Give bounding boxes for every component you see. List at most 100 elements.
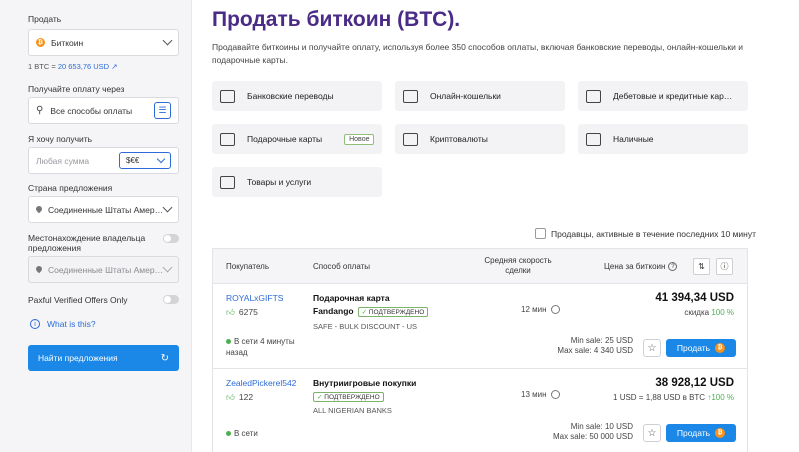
- filter-sidebar: Продать ₿ Биткоин 1 BTC = 20 653,76 USD …: [0, 0, 192, 452]
- search-icon: ⚲: [36, 105, 44, 116]
- clock-icon: [550, 390, 560, 400]
- currency-select[interactable]: ₿ Биткоин: [28, 29, 179, 56]
- cash-icon: [586, 132, 601, 146]
- help-icon[interactable]: ?: [668, 262, 678, 272]
- bitcoin-icon: ₿: [715, 343, 726, 353]
- amount-placeholder: Любая сумма: [36, 155, 90, 166]
- location-pin-icon: [36, 206, 42, 214]
- category-bank-transfers[interactable]: Банковские переводы: [212, 81, 382, 111]
- offer-price: 41 394,34 USD: [655, 292, 734, 304]
- wallet-icon: [403, 89, 418, 103]
- verified-badge: ✓ ПОДТВЕРЖДЕНО: [357, 307, 429, 317]
- find-offers-button[interactable]: Найти предложения ↻: [28, 345, 179, 371]
- country-select[interactable]: Соединенные Штаты Амер…: [28, 196, 179, 223]
- table-row: ZealedPickerel542 👍︎ 122 В сети Внутриигр…: [213, 369, 747, 452]
- table-row: ROYALxGIFTS 👍︎ 6275 В сети 4 минуты назад…: [213, 284, 747, 369]
- category-cash[interactable]: Наличные: [578, 124, 748, 154]
- sale-limits: Min sale: 25 USD Max sale: 4 340 USD: [557, 336, 633, 355]
- active-sellers-checkbox[interactable]: [535, 228, 546, 239]
- country-value: Соединенные Штаты Амер…: [48, 204, 164, 215]
- refresh-icon: ↻: [160, 352, 169, 364]
- payment-method[interactable]: Внутриигровые покупки: [313, 378, 416, 388]
- crypto-chip-icon: [403, 132, 418, 146]
- header-method: Способ оплаты: [313, 262, 371, 271]
- verified-offers-toggle[interactable]: [163, 295, 179, 304]
- owner-location-select: Соединенные Штаты Амер…: [28, 256, 179, 283]
- category-goods-services[interactable]: Товары и услуги: [212, 167, 382, 197]
- payment-method[interactable]: Подарочная карта: [313, 293, 390, 303]
- credit-card-icon: [586, 89, 601, 103]
- location-pin-icon: [36, 266, 42, 274]
- thumbs-up-icon: 👍︎: [226, 392, 235, 402]
- owner-location-value: Соединенные Штаты Амер…: [48, 264, 164, 275]
- trend-up-icon: ↗: [109, 62, 118, 71]
- page-description: Продавайте биткоины и получайте оплату, …: [212, 42, 744, 65]
- feedback-count: 👍︎ 6275: [226, 307, 258, 317]
- offer-tags: ALL NIGERIAN BANKS: [313, 406, 392, 415]
- new-badge: Новое: [344, 133, 375, 145]
- btc-rate: 1 BTC = 20 653,76 USD ↗: [28, 62, 118, 71]
- list-icon[interactable]: ☰: [154, 102, 171, 119]
- shop-icon: [220, 175, 235, 189]
- thumbs-up-icon: 👍︎: [226, 307, 235, 317]
- bitcoin-icon: ₿: [36, 38, 45, 47]
- info-icon[interactable]: ⓘ: [716, 258, 733, 275]
- info-icon: i: [30, 319, 40, 329]
- star-favorite-icon[interactable]: ☆: [643, 339, 661, 357]
- btc-rate-value: 20 653,76 USD: [57, 62, 110, 71]
- chevron-down-icon: [162, 262, 173, 273]
- check-icon: ✓: [361, 309, 368, 316]
- table-header: Покупатель Способ оплаты Средняя скорост…: [213, 249, 747, 284]
- sell-button[interactable]: Продать ₿: [666, 339, 736, 357]
- buyer-username[interactable]: ROYALxGIFTS: [226, 293, 283, 303]
- feedback-count: 👍︎ 122: [226, 392, 254, 402]
- chevron-down-icon: [162, 202, 173, 213]
- offer-rate: 1 USD = 1,88 USD в BTC ↑100 %: [613, 393, 734, 402]
- amount-input[interactable]: Любая сумма $€€: [28, 147, 179, 174]
- sell-label: Продать: [28, 14, 62, 24]
- page-title: Продать биткоин (BTC).: [212, 8, 461, 31]
- header-price: Цена за биткоин?: [604, 262, 678, 272]
- sale-limits: Min sale: 10 USD Max sale: 50 000 USD: [552, 422, 633, 441]
- star-favorite-icon[interactable]: ☆: [643, 424, 661, 442]
- category-online-wallets[interactable]: Онлайн-кошельки: [395, 81, 565, 111]
- chevron-down-icon: [156, 154, 166, 163]
- offer-tags: SAFE - BULK DISCOUNT - US: [313, 322, 418, 331]
- verified-offers-label: Paxful Verified Offers Only: [28, 295, 128, 305]
- header-buyer: Покупатель: [226, 262, 269, 271]
- country-label: Страна предложения: [28, 183, 113, 193]
- category-cards[interactable]: Дебетовые и кредитные кар…: [578, 81, 748, 111]
- category-crypto[interactable]: Криптовалюты: [395, 124, 565, 154]
- trade-speed: 12 мин: [521, 305, 560, 315]
- buyer-username[interactable]: ZealedPickerel542: [226, 378, 296, 388]
- bank-icon: [220, 89, 235, 103]
- header-speed: Средняя скорость сделки: [484, 256, 552, 275]
- chevron-down-icon: [162, 35, 173, 46]
- payment-method-select[interactable]: ⚲ Все способы оплаты ☰: [28, 97, 179, 124]
- online-status: В сети 4 минуты назад: [226, 337, 295, 357]
- offers-table: Покупатель Способ оплаты Средняя скорост…: [212, 248, 748, 452]
- active-sellers-label: Продавцы, активные в течение последних 1…: [551, 229, 757, 239]
- payment-sub: ✓ ПОДТВЕРЖДЕНО: [309, 391, 384, 402]
- sell-button[interactable]: Продать ₿: [666, 424, 736, 442]
- receive-via-label: Получайте оплату через: [28, 84, 125, 94]
- check-icon: ✓: [317, 394, 323, 401]
- payment-sub: Fandango ✓ ПОДТВЕРЖДЕНО: [313, 306, 429, 317]
- fiat-currency-select[interactable]: $€€: [119, 152, 171, 169]
- online-status: В сети: [226, 428, 258, 439]
- offer-price: 38 928,12 USD: [655, 377, 734, 389]
- verified-badge: ✓ ПОДТВЕРЖДЕНО: [313, 392, 384, 402]
- owner-location-toggle[interactable]: [163, 234, 179, 243]
- currency-value: Биткоин: [51, 37, 84, 48]
- online-dot-icon: [226, 339, 231, 345]
- trade-speed: 13 мин: [521, 390, 560, 400]
- owner-location-label: Местонахождение владельца предложения: [28, 233, 146, 253]
- gift-card-icon: [220, 132, 235, 146]
- what-is-this-link[interactable]: i What is this?: [30, 319, 96, 329]
- online-dot-icon: [226, 431, 231, 437]
- payment-method-value: Все способы оплаты: [50, 105, 133, 116]
- category-gift-cards[interactable]: Подарочные карты Новое: [212, 124, 382, 154]
- bitcoin-icon: ₿: [715, 428, 726, 438]
- offer-discount: скидка 100 %: [684, 308, 734, 317]
- sort-icon[interactable]: ⇅: [693, 258, 710, 275]
